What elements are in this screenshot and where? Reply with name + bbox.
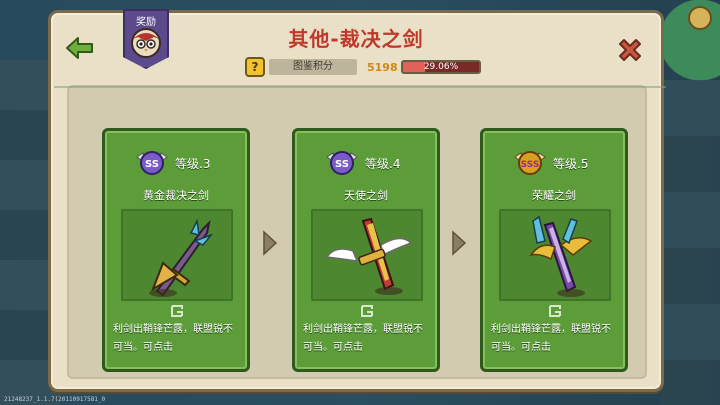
sword-art-glory	[499, 209, 611, 301]
right-side-menu-background	[660, 80, 720, 405]
sword-card-angel[interactable]: SS 等级.4 天使之剑 利剑出鞘锋芒露，联盟锐不可当。可点击	[292, 128, 440, 372]
rank-badge-icon: SS	[325, 149, 359, 177]
page-title: 其他-裁决之剑	[288, 27, 424, 51]
card-name: 天使之剑	[344, 189, 388, 202]
collection-mark-icon	[547, 303, 563, 319]
question-icon[interactable]: ?	[245, 57, 265, 77]
sword-card-glory[interactable]: SSS 等级.5 荣耀之剑 利剑出鞘锋芒露，联盟锐不可当。可点击	[480, 128, 628, 372]
score-value: 5198	[367, 60, 398, 74]
collection-mark-icon	[169, 303, 185, 319]
sword-art-golden	[121, 209, 233, 301]
card-description: 利剑出鞘锋芒露，联盟锐不可当。可点击	[113, 324, 233, 353]
build-version-text: 21248237_1.1.7(20110917581_0	[4, 396, 106, 403]
score-label: 图鉴积分	[269, 59, 357, 75]
card-level: 等级.4	[365, 157, 401, 171]
card-name: 黄金裁决之剑	[143, 189, 209, 202]
rank-badge-icon: SSS	[513, 149, 547, 177]
sword-card-golden[interactable]: SS 等级.3 黄金裁决之剑 利剑出鞘锋芒露，联盟锐不可当。可点击	[102, 128, 250, 372]
panel-header: 奖励 其他-裁决之剑 ? 图鉴积分 5198 29.06%	[51, 9, 661, 87]
rank-badge-text: SSS	[521, 160, 540, 170]
card-name: 荣耀之剑	[532, 189, 576, 202]
rank-badge-text: SS	[145, 159, 159, 170]
close-icon[interactable]	[615, 35, 645, 65]
top-right-game-icon[interactable]	[688, 6, 712, 30]
decorative-vine	[54, 86, 666, 88]
sword-art-angel	[311, 209, 423, 301]
card-level: 等级.5	[553, 157, 589, 171]
upgrade-arrow-icon	[451, 230, 467, 256]
rank-badge-icon: SS	[135, 149, 169, 177]
score-progress-bar: 29.06%	[401, 60, 481, 74]
upgrade-arrow-icon	[262, 230, 278, 256]
rank-badge-text: SS	[335, 159, 349, 170]
collection-score-bar: ? 图鉴积分 5198 29.06%	[245, 57, 481, 77]
card-description: 利剑出鞘锋芒露，联盟锐不可当。可点击	[303, 324, 423, 353]
collection-mark-icon	[359, 303, 375, 319]
card-description: 利剑出鞘锋芒露，联盟锐不可当。可点击	[491, 324, 611, 353]
score-progress-text: 29.06%	[423, 62, 459, 72]
card-level: 等级.3	[175, 157, 211, 171]
